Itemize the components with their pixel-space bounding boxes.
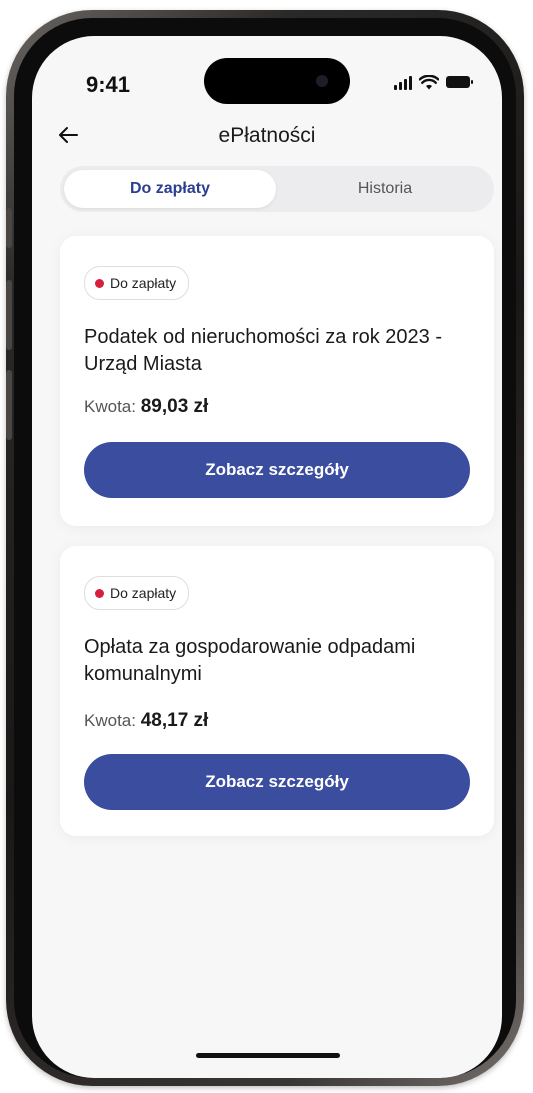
details-button[interactable]: Zobacz szczegóły [84, 442, 470, 498]
tab-do-zaplaty[interactable]: Do zapłaty [64, 170, 276, 208]
payment-card: Do zapłaty Podatek od nieruchomości za r… [60, 236, 494, 526]
status-icons [394, 74, 473, 90]
amount-value: 89,03 zł [140, 396, 209, 417]
status-badge: Do zapłaty [84, 576, 190, 610]
volume-down-button [6, 370, 12, 440]
payment-title: Podatek od nieruchomości za rok 2023 - U… [84, 326, 442, 375]
payment-title: Opłata za gospodarowanie odpadami komuna… [84, 636, 416, 685]
wifi-icon [419, 75, 439, 90]
app-screen: 9:41 ePłatności Do zapłaty Historia Do z… [32, 36, 502, 1078]
amount-value: 48,17 zł [140, 710, 209, 731]
volume-up-button [6, 280, 12, 350]
status-badge-label: Do zapłaty [110, 585, 177, 601]
payment-amount: Kwota: 89,03 zł [84, 396, 208, 418]
status-dot-icon [95, 278, 104, 288]
status-dot-icon [95, 588, 104, 598]
status-badge: Do zapłaty [84, 266, 190, 300]
page-title: ePłatności [218, 124, 316, 147]
amount-label: Kwota: [84, 711, 136, 730]
tab-historia[interactable]: Historia [280, 170, 490, 208]
status-time: 9:41 [86, 72, 131, 97]
cellular-signal-icon [394, 74, 412, 90]
details-button[interactable]: Zobacz szczegóły [84, 754, 470, 810]
amount-label: Kwota: [84, 397, 136, 416]
mute-switch [6, 208, 12, 248]
front-camera [316, 75, 328, 87]
payment-amount: Kwota: 48,17 zł [84, 710, 208, 732]
battery-icon [446, 76, 473, 88]
tab-switcher: Do zapłaty Historia [60, 166, 494, 212]
status-bar: 9:41 [32, 36, 502, 126]
navigation-bar: ePłatności [32, 114, 502, 158]
status-badge-label: Do zapłaty [110, 275, 177, 291]
dynamic-island [204, 58, 350, 104]
home-indicator[interactable] [196, 1053, 340, 1058]
phone-frame: 9:41 ePłatności Do zapłaty Historia Do z… [6, 10, 524, 1086]
payment-card: Do zapłaty Opłata za gospodarowanie odpa… [60, 546, 494, 836]
